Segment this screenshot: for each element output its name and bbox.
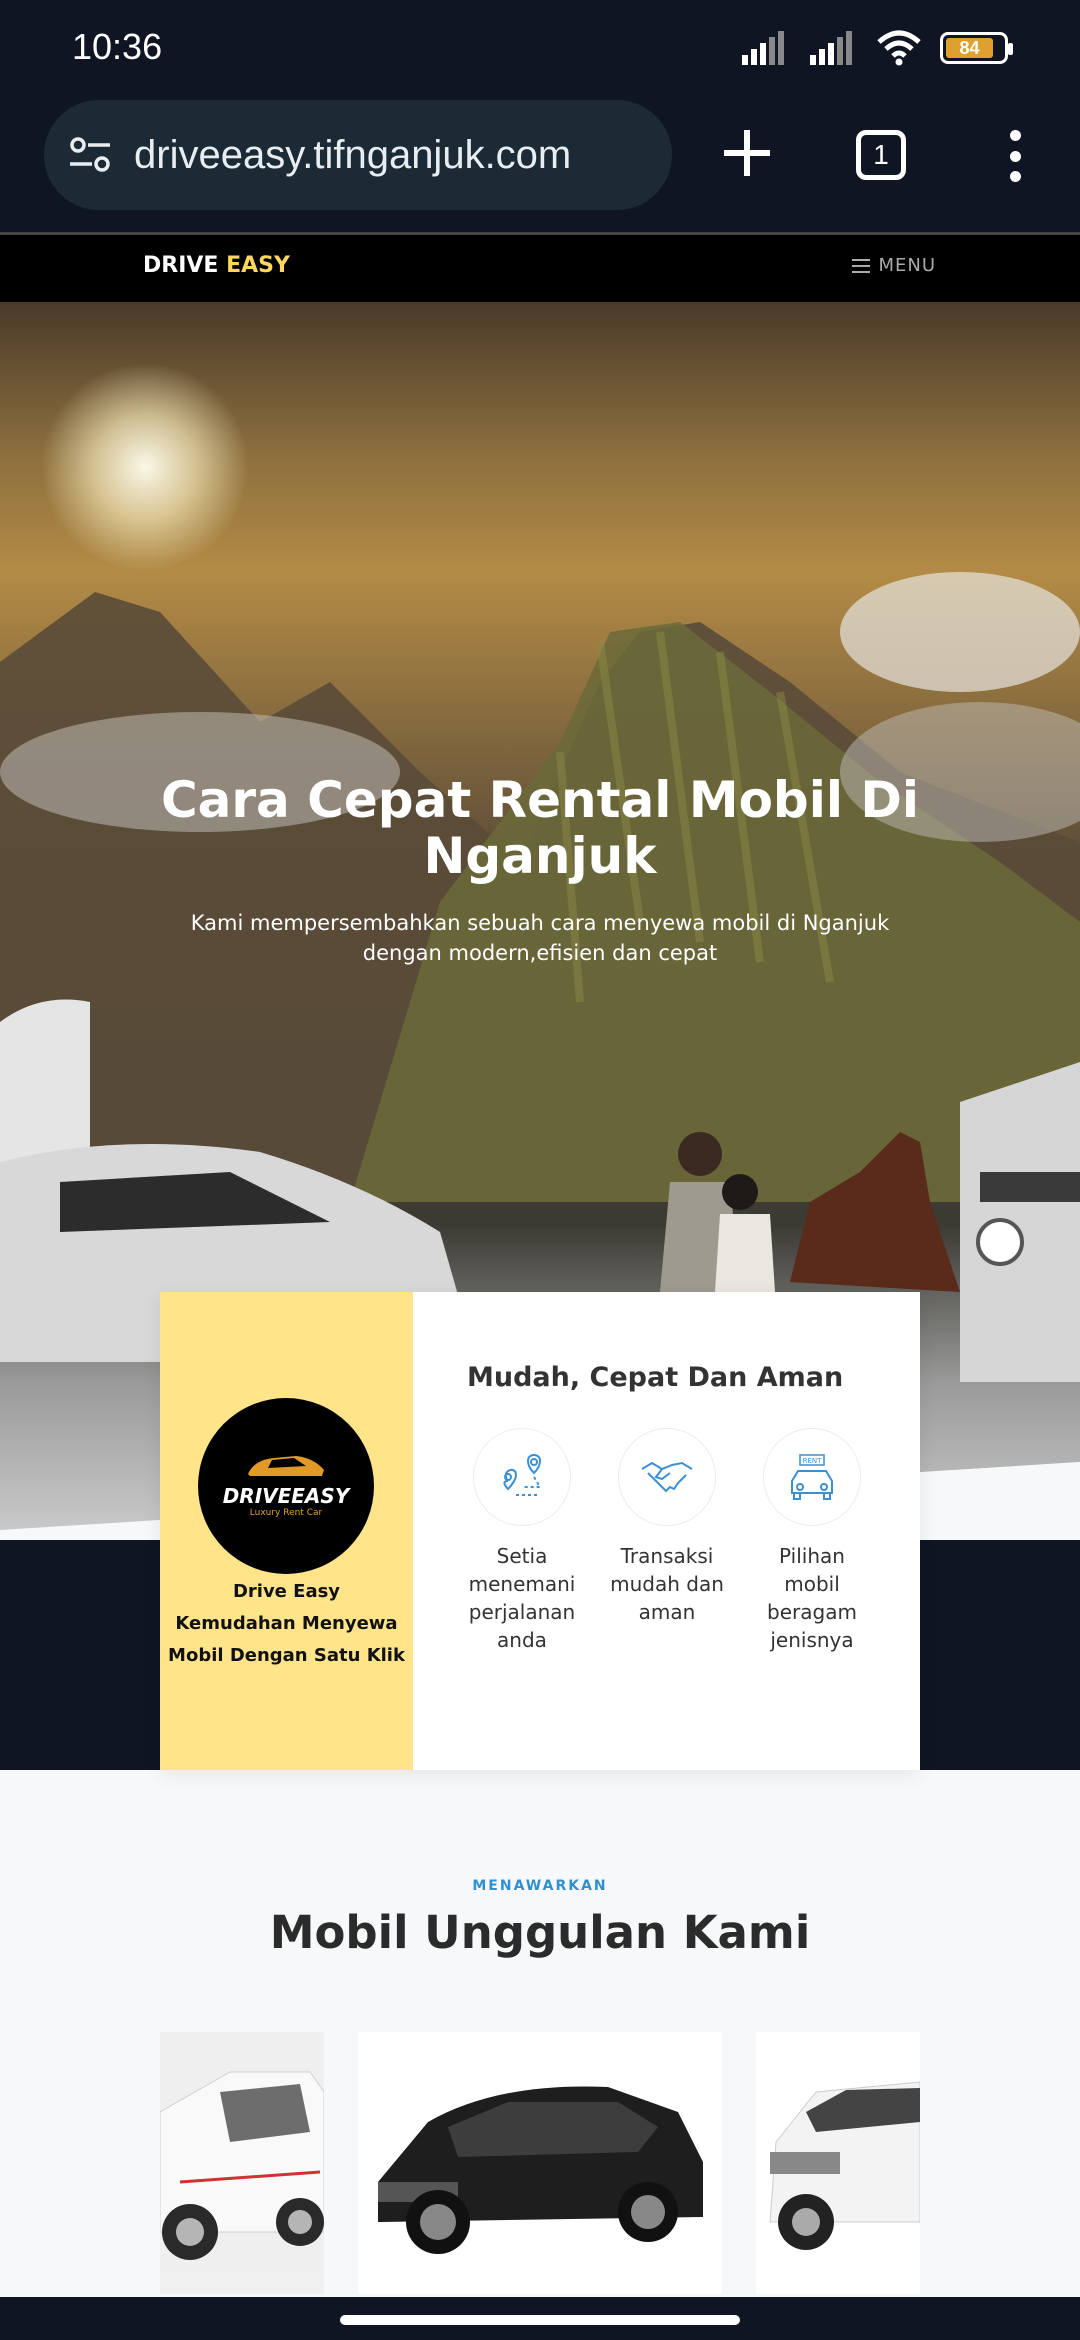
logo-text-drive: DRIVE bbox=[143, 253, 227, 278]
battery-level: 84 bbox=[946, 38, 994, 58]
handshake-icon bbox=[618, 1428, 716, 1526]
hero-title: Cara Cepat Rental Mobil Di Nganjuk bbox=[160, 771, 920, 885]
brand-logo: DRIVEEASY Luxury Rent Car bbox=[198, 1398, 374, 1574]
car-card[interactable] bbox=[160, 2032, 324, 2294]
feature-item: Setia menemani perjalanan anda bbox=[462, 1428, 582, 1654]
brand-panel: DRIVEEASY Luxury Rent Car Drive Easy Kem… bbox=[160, 1292, 413, 1770]
status-time: 10:36 bbox=[72, 26, 163, 67]
feature-text: Transaksi mudah dan aman bbox=[610, 1544, 724, 1624]
feature-text: Setia menemani perjalanan anda bbox=[468, 1544, 576, 1652]
tab-switcher-button[interactable]: 1 bbox=[856, 130, 906, 180]
system-navigation-bar bbox=[0, 2297, 1080, 2340]
brand-tagline: Luxury Rent Car bbox=[249, 1508, 323, 1518]
brand-line-3: Mobil Dengan Satu Klik bbox=[168, 1645, 405, 1666]
card-heading: Mudah, Cepat Dan Aman bbox=[467, 1362, 844, 1393]
more-options-icon[interactable] bbox=[1000, 126, 1030, 186]
brand-description: Drive Easy Kemudahan Menyewa Mobil Denga… bbox=[160, 1576, 413, 1672]
menu-label: MENU bbox=[878, 255, 936, 276]
section-kicker: MENAWARKAN bbox=[472, 1878, 608, 1894]
rent-badge-text: RENT bbox=[803, 1457, 823, 1465]
hero-subtitle: Kami mempersembahkan sebuah cara menyewa… bbox=[190, 911, 890, 965]
feature-item: Transaksi mudah dan aman bbox=[607, 1428, 727, 1626]
car-image bbox=[756, 2032, 920, 2294]
hamburger-icon bbox=[852, 258, 871, 273]
signal-icon bbox=[810, 31, 852, 65]
brand-wordmark: DRIVEEASY bbox=[222, 1484, 350, 1508]
rent-car-icon: RENT bbox=[763, 1428, 861, 1526]
signal-icon bbox=[742, 31, 784, 65]
home-gesture-handle[interactable] bbox=[340, 2315, 740, 2325]
section-title: Mobil Unggulan Kami bbox=[269, 1906, 811, 1959]
feature-item: RENT Pilihan mobil beragam jenisnya bbox=[752, 1428, 872, 1654]
brand-line-2: Kemudahan Menyewa bbox=[175, 1613, 398, 1634]
site-settings-icon[interactable] bbox=[68, 137, 112, 173]
site-logo[interactable]: DRIVE EASY bbox=[143, 253, 290, 278]
car-card[interactable] bbox=[756, 2032, 920, 2294]
feature-text: Pilihan mobil beragam jenisnya bbox=[767, 1544, 857, 1652]
address-bar[interactable]: driveeasy.tifnganjuk.com bbox=[44, 100, 672, 210]
browser-toolbar: driveeasy.tifnganjuk.com 1 bbox=[0, 96, 1080, 232]
car-image bbox=[358, 2032, 722, 2294]
status-bar: 10:36 84 bbox=[0, 0, 1080, 96]
route-icon bbox=[473, 1428, 571, 1526]
feature-card: DRIVEEASY Luxury Rent Car Drive Easy Kem… bbox=[160, 1292, 920, 1770]
status-icons: 84 bbox=[740, 30, 1013, 66]
wifi-icon bbox=[877, 30, 921, 66]
car-card[interactable] bbox=[358, 2032, 722, 2294]
car-logo-icon bbox=[248, 1456, 324, 1476]
url-text[interactable]: driveeasy.tifnganjuk.com bbox=[134, 133, 571, 178]
brand-line-1: Drive Easy bbox=[232, 1581, 341, 1602]
battery-icon: 84 bbox=[940, 32, 1013, 64]
menu-button[interactable]: MENU bbox=[852, 255, 936, 276]
logo-text-easy: EASY bbox=[226, 253, 290, 278]
site-navbar: DRIVE EASY MENU bbox=[0, 232, 1080, 302]
car-image bbox=[160, 2032, 324, 2266]
new-tab-icon[interactable] bbox=[712, 118, 782, 188]
